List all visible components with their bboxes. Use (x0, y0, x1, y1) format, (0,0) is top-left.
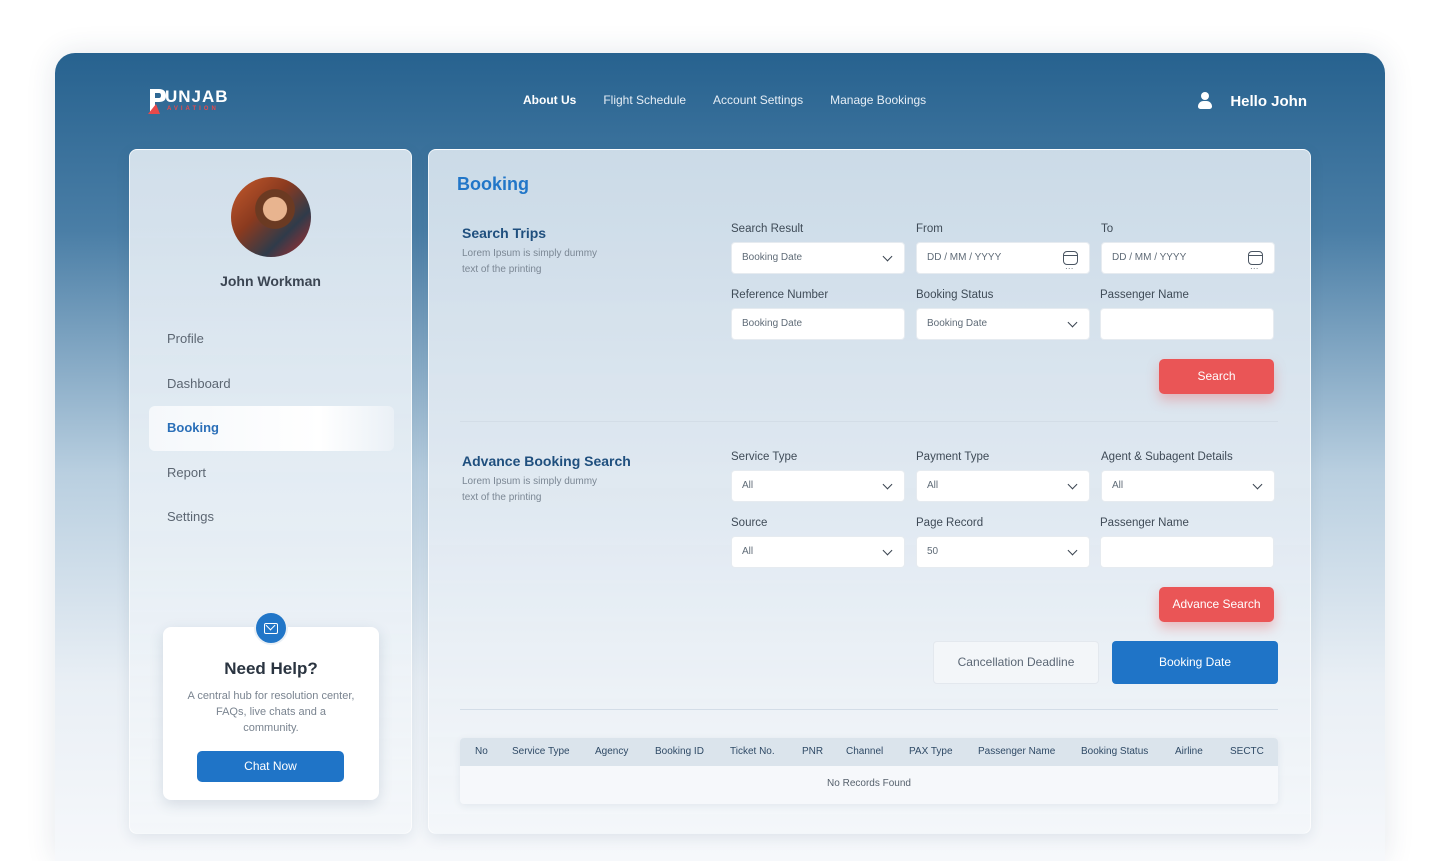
chevron-down-icon (1252, 479, 1263, 490)
page-title: Booking (457, 174, 529, 194)
sidebar-item-report[interactable]: Report (149, 451, 394, 496)
sidebar-item-settings[interactable]: Settings (149, 495, 394, 540)
agent-value: All (1112, 480, 1124, 491)
booking-panel: Booking Search Trips Lorem Ipsum is simp… (428, 149, 1311, 834)
tab-booking-date[interactable]: Booking Date (1112, 641, 1278, 684)
source-select[interactable]: All (731, 536, 905, 568)
column-header[interactable]: Booking ID (655, 738, 704, 766)
help-text: A central hub for resolution center, FAQ… (187, 690, 355, 734)
from-label: From (916, 223, 943, 235)
sidebar-menu: Profile Dashboard Booking Report Setting… (149, 317, 394, 540)
section-divider (460, 421, 1278, 422)
p-plane-logo-icon (148, 89, 166, 114)
help-card: Need Help? A central hub for resolution … (163, 611, 379, 800)
reference-number-value: Booking Date (742, 318, 803, 329)
column-header[interactable]: Channel (846, 738, 883, 766)
payment-type-label: Payment Type (916, 451, 990, 463)
column-header[interactable]: Service Type (512, 738, 570, 766)
chevron-down-icon (1067, 479, 1078, 490)
nav-manage-bookings[interactable]: Manage Bookings (830, 93, 926, 107)
brand-name: UNJAB (165, 87, 229, 106)
nav-about-us[interactable]: About Us (523, 93, 576, 107)
chevron-down-icon (882, 545, 893, 556)
help-badge (254, 611, 288, 645)
chevron-down-icon (882, 479, 893, 490)
booking-status-label: Booking Status (916, 289, 994, 301)
source-value: All (742, 546, 754, 557)
advance-search-title: Advance Booking Search (462, 453, 631, 469)
column-header[interactable]: No (475, 738, 488, 766)
avatar (231, 177, 311, 257)
sidebar-item-dashboard[interactable]: Dashboard (149, 362, 394, 407)
advance-passenger-name-input[interactable] (1100, 536, 1274, 568)
service-type-value: All (742, 480, 754, 491)
chevron-down-icon (882, 251, 893, 262)
page-record-select[interactable]: 50 (916, 536, 1090, 568)
sidebar-item-booking[interactable]: Booking (149, 406, 394, 451)
chevron-down-icon (1067, 545, 1078, 556)
bookings-table: No Service Type Agency Booking ID Ticket… (460, 738, 1278, 804)
search-button[interactable]: Search (1159, 359, 1274, 394)
user-icon (1198, 92, 1213, 110)
to-date-input[interactable]: DD / MM / YYYY (1101, 242, 1275, 284)
from-date-placeholder: DD / MM / YYYY (927, 252, 1002, 263)
from-date-input[interactable]: DD / MM / YYYY (916, 242, 1090, 284)
sidebar: John Workman Profile Dashboard Booking R… (129, 149, 412, 834)
help-title: Need Help? (224, 659, 318, 678)
search-trips-title: Search Trips (462, 225, 547, 241)
payment-type-value: All (927, 480, 939, 491)
page-record-value: 50 (927, 546, 939, 557)
top-nav: About Us Flight Schedule Account Setting… (523, 93, 926, 107)
table-divider (460, 709, 1278, 710)
to-label: To (1101, 223, 1114, 235)
service-type-select[interactable]: All (731, 470, 905, 502)
service-type-label: Service Type (731, 451, 798, 463)
search-result-label: Search Result (731, 223, 804, 235)
source-label: Source (731, 517, 768, 529)
page-record-label: Page Record (916, 517, 984, 529)
column-header[interactable]: Ticket No. (730, 738, 775, 766)
column-header[interactable]: PNR (802, 738, 823, 766)
column-header[interactable]: Passenger Name (978, 738, 1055, 766)
agent-select[interactable]: All (1101, 470, 1275, 502)
chat-now-button[interactable]: Chat Now (197, 751, 344, 782)
calendar-icon[interactable] (1063, 251, 1078, 284)
sidebar-item-profile[interactable]: Profile (149, 317, 394, 362)
mail-icon (264, 622, 278, 634)
advance-passenger-name-label: Passenger Name (1100, 517, 1189, 529)
passenger-name-input[interactable] (1100, 308, 1274, 340)
chevron-down-icon (1067, 317, 1078, 328)
profile-name: John Workman (220, 273, 321, 289)
search-result-value: Booking Date (742, 252, 803, 263)
calendar-icon[interactable] (1248, 251, 1263, 284)
column-header[interactable]: PAX Type (909, 738, 953, 766)
to-date-placeholder: DD / MM / YYYY (1112, 252, 1187, 263)
app-frame: UNJAB AVIATION About Us Flight Schedule … (55, 53, 1385, 861)
search-trips-desc: Lorem Ipsum is simply dummy text of the … (462, 248, 598, 275)
booking-status-select[interactable]: Booking Date (916, 308, 1090, 340)
advance-search-button[interactable]: Advance Search (1159, 587, 1274, 622)
agent-label: Agent & Subagent Details (1101, 451, 1233, 463)
advance-search-desc: Lorem Ipsum is simply dummy text of the … (462, 476, 598, 503)
search-result-select[interactable]: Booking Date (731, 242, 905, 274)
user-greeting: Hello John (1230, 92, 1307, 110)
reference-number-label: Reference Number (731, 289, 829, 301)
payment-type-select[interactable]: All (916, 470, 1090, 502)
booking-status-value: Booking Date (927, 318, 988, 329)
user-menu[interactable]: Hello John (1198, 92, 1307, 110)
brand-logo[interactable]: UNJAB AVIATION (147, 86, 239, 116)
nav-account-settings[interactable]: Account Settings (713, 93, 803, 107)
brand-subtitle: AVIATION (167, 106, 219, 112)
tab-cancellation-deadline[interactable]: Cancellation Deadline (933, 641, 1099, 684)
column-header[interactable]: Airline (1175, 738, 1203, 766)
nav-flight-schedule[interactable]: Flight Schedule (603, 93, 686, 107)
table-header: No Service Type Agency Booking ID Ticket… (460, 738, 1278, 766)
empty-state: No Records Found (827, 778, 911, 789)
reference-number-input[interactable]: Booking Date (731, 308, 905, 340)
column-header[interactable]: Booking Status (1081, 738, 1148, 766)
column-header[interactable]: SECTC (1230, 738, 1264, 766)
passenger-name-label: Passenger Name (1100, 289, 1189, 301)
column-header[interactable]: Agency (595, 738, 628, 766)
